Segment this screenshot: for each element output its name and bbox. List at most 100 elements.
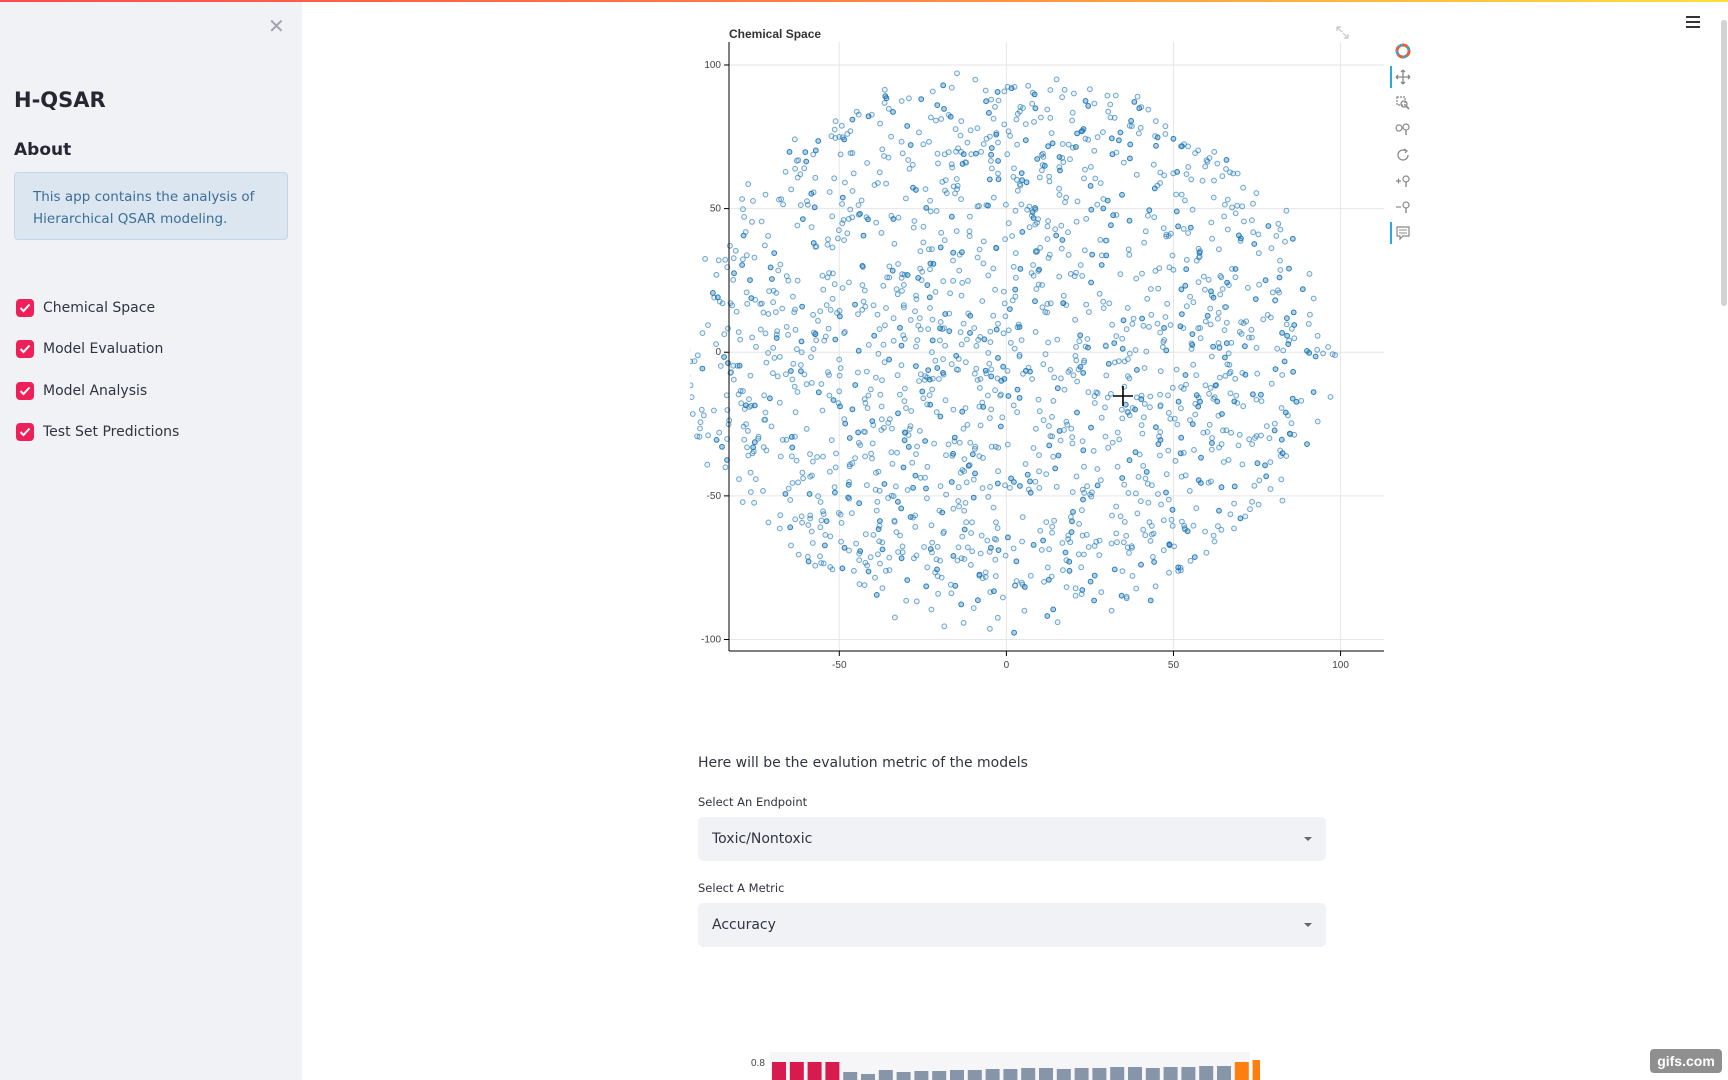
checkbox-checked-icon[interactable] bbox=[16, 423, 34, 441]
scatter-point bbox=[959, 408, 966, 415]
scatter-point bbox=[810, 346, 817, 352]
scatter-point bbox=[1286, 265, 1292, 272]
scatter-point bbox=[1003, 201, 1009, 208]
scatter-point bbox=[1088, 164, 1094, 170]
scatter-point bbox=[1018, 337, 1025, 344]
scatter-point bbox=[1082, 98, 1089, 104]
pan-icon[interactable] bbox=[1390, 66, 1414, 88]
scatter-point bbox=[1049, 140, 1056, 147]
scatter-point bbox=[1146, 519, 1153, 526]
scatter-point bbox=[921, 544, 928, 550]
scatter-point bbox=[963, 519, 970, 526]
scatter-point bbox=[1011, 84, 1018, 90]
scatter-point bbox=[903, 195, 909, 202]
metric-select[interactable]: Accuracy bbox=[698, 903, 1326, 947]
scatter-point bbox=[1177, 450, 1184, 457]
checkbox-chemical-space[interactable]: Chemical Space bbox=[16, 298, 155, 318]
expand-icon[interactable] bbox=[1336, 26, 1349, 39]
scatter-point bbox=[1036, 174, 1043, 181]
scatter-point bbox=[929, 349, 935, 356]
scatter-point bbox=[1102, 404, 1108, 411]
checkbox-model-analysis[interactable]: Model Analysis bbox=[16, 381, 147, 401]
scatter-point bbox=[730, 277, 737, 283]
wheel-zoom-icon[interactable] bbox=[1392, 118, 1414, 140]
scatter-point bbox=[1232, 210, 1239, 217]
bokeh-logo-icon[interactable] bbox=[1392, 40, 1414, 62]
scatter-point bbox=[1247, 506, 1253, 513]
reset-icon[interactable] bbox=[1392, 144, 1414, 166]
checkbox-model-evaluation[interactable]: Model Evaluation bbox=[16, 339, 163, 359]
scatter-point bbox=[1056, 192, 1063, 198]
scatter-point bbox=[886, 567, 893, 573]
scatter-point bbox=[881, 359, 888, 366]
scatter-point bbox=[885, 495, 892, 501]
scatter-point bbox=[690, 394, 695, 400]
scatter-point bbox=[967, 127, 974, 134]
scatter-point bbox=[945, 112, 952, 118]
scatter-point bbox=[791, 383, 798, 390]
y-tick-label: 0 bbox=[715, 347, 721, 358]
scatter-point bbox=[1140, 322, 1147, 329]
page-scrollbar[interactable] bbox=[1721, 20, 1727, 306]
scatter-point bbox=[747, 277, 753, 284]
scatter-point bbox=[1130, 315, 1137, 322]
scatter-point bbox=[1036, 468, 1043, 475]
scatter-point bbox=[926, 138, 932, 145]
zoom-out-icon[interactable] bbox=[1392, 196, 1414, 218]
scatter-point bbox=[879, 585, 886, 591]
hover-icon[interactable] bbox=[1390, 222, 1414, 244]
scatter-point bbox=[1187, 224, 1194, 231]
scatter-point bbox=[790, 293, 796, 300]
scatter-point bbox=[803, 158, 810, 165]
scatter-point bbox=[1121, 481, 1128, 488]
scatter-point bbox=[1126, 375, 1133, 382]
scatter-point bbox=[947, 290, 954, 297]
scatter-point bbox=[818, 517, 825, 524]
scatter-point bbox=[788, 186, 795, 193]
scatter-point bbox=[861, 287, 868, 294]
scatter-point bbox=[847, 128, 854, 134]
scatter-point bbox=[990, 265, 997, 272]
hamburger-menu-icon[interactable] bbox=[1686, 16, 1700, 28]
scatter-point bbox=[1056, 273, 1063, 280]
checkbox-checked-icon[interactable] bbox=[16, 340, 34, 358]
scatter-point bbox=[1224, 226, 1231, 233]
scatter-point bbox=[990, 312, 997, 319]
scatter-point bbox=[727, 242, 733, 249]
scatter-plot-svg[interactable]: Chemical Space -50 0 50 100-100-50050100 bbox=[690, 20, 1420, 740]
scatter-point bbox=[1094, 482, 1101, 489]
close-icon[interactable]: ✕ bbox=[268, 16, 285, 36]
scatter-point bbox=[1132, 347, 1139, 353]
scatter-point bbox=[1145, 106, 1152, 113]
endpoint-select[interactable]: Toxic/Nontoxic bbox=[698, 817, 1326, 861]
scatter-point bbox=[1010, 402, 1017, 409]
chemical-space-plot[interactable]: Chemical Space -50 0 50 100 -100 -50 0 50 100 bbox=[690, 20, 1420, 740]
scatter-point bbox=[860, 232, 867, 239]
box-zoom-icon[interactable] bbox=[1392, 92, 1414, 114]
scatter-point bbox=[722, 256, 729, 263]
scatter-point bbox=[820, 511, 827, 518]
scatter-point bbox=[697, 425, 703, 432]
scatter-point bbox=[1232, 274, 1239, 281]
scatter-point bbox=[968, 562, 974, 568]
scatter-point bbox=[862, 303, 869, 310]
scatter-point bbox=[1005, 220, 1012, 227]
scatter-point bbox=[894, 449, 901, 456]
scatter-point bbox=[1103, 343, 1109, 350]
scatter-point bbox=[1183, 256, 1190, 263]
scatter-point bbox=[1183, 266, 1190, 273]
scatter-point bbox=[886, 554, 893, 561]
scatter-point bbox=[777, 453, 784, 460]
checkbox-checked-icon[interactable] bbox=[16, 299, 34, 317]
checkbox-checked-icon[interactable] bbox=[16, 382, 34, 400]
scatter-point bbox=[1119, 568, 1126, 574]
scatter-point bbox=[878, 403, 885, 410]
zoom-in-icon[interactable] bbox=[1392, 170, 1414, 192]
bar bbox=[1110, 1067, 1125, 1080]
scatter-point bbox=[1307, 311, 1313, 318]
scatter-point bbox=[979, 298, 986, 304]
scatter-point bbox=[1141, 365, 1148, 371]
scatter-point bbox=[799, 303, 805, 310]
checkbox-test-set-predictions[interactable]: Test Set Predictions bbox=[16, 422, 179, 442]
scatter-point bbox=[958, 292, 965, 299]
